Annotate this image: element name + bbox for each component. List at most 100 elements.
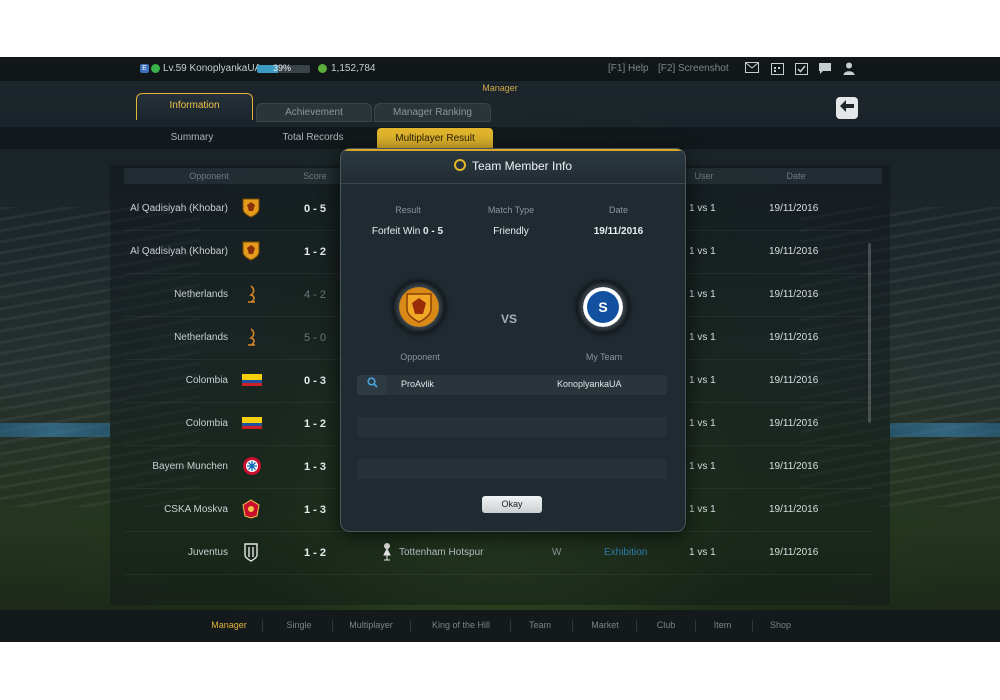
gem-icon xyxy=(151,64,160,73)
checklist-icon[interactable] xyxy=(794,62,808,75)
match-user-format: 1 vs 1 xyxy=(689,461,716,472)
nav-king-of-the-hill[interactable]: King of the Hill xyxy=(420,620,502,630)
search-member-button[interactable] xyxy=(357,375,387,395)
nav-club[interactable]: Club xyxy=(642,620,690,630)
match-score: 1 - 2 xyxy=(303,547,326,559)
juventus-crest-icon xyxy=(244,543,258,562)
subtab-multiplayer-result[interactable]: Multiplayer Result xyxy=(377,128,493,149)
tab-manager-ranking[interactable]: Manager Ranking xyxy=(374,103,491,122)
match-score: 1 - 3 xyxy=(303,504,326,516)
back-button[interactable] xyxy=(836,97,858,119)
match-date: 19/11/2016 xyxy=(769,332,819,343)
nav-team[interactable]: Team xyxy=(515,620,565,630)
nav-divider xyxy=(510,620,511,632)
nav-shop[interactable]: Shop xyxy=(758,620,803,630)
nav-divider xyxy=(410,620,411,632)
tab-information[interactable]: Information xyxy=(136,93,253,120)
match-date: 19/11/2016 xyxy=(769,547,819,558)
calendar-icon[interactable] xyxy=(770,62,784,75)
dialog-header: Team Member Info xyxy=(341,149,685,184)
opponent-username: ProAvlik xyxy=(401,379,434,389)
nav-single[interactable]: Single xyxy=(270,620,328,630)
match-date: 19/11/2016 xyxy=(769,246,819,257)
bottom-navigation: Manager Single Multiplayer King of the H… xyxy=(0,610,1000,642)
netherlands-lion-icon xyxy=(248,328,255,346)
nav-divider xyxy=(262,620,263,632)
coin-icon xyxy=(318,64,327,73)
table-scrollbar[interactable] xyxy=(868,243,871,423)
profile-icon[interactable] xyxy=(842,62,856,75)
nav-market[interactable]: Market xyxy=(580,620,630,630)
opponent-name: Netherlands xyxy=(174,289,228,300)
opponent-name: Bayern Munchen xyxy=(152,461,228,472)
my-username: KonoplyankaUA xyxy=(557,379,622,389)
nav-divider xyxy=(636,620,637,632)
header-user: User xyxy=(694,171,714,181)
sub-tabs: Summary Total Records Multiplayer Result xyxy=(0,127,1000,149)
mail-icon[interactable] xyxy=(745,62,759,75)
result-value: Forfeit Win 0 - 5 xyxy=(371,226,444,237)
match-score: 1 - 3 xyxy=(303,461,326,473)
match-user-format: 1 vs 1 xyxy=(689,203,716,214)
match-date: 19/11/2016 xyxy=(769,418,819,429)
tab-achievement[interactable]: Achievement xyxy=(256,103,372,122)
stadium-ad-board xyxy=(0,423,110,437)
opponent-name: Colombia xyxy=(185,418,228,429)
match-date: 19/11/2016 xyxy=(769,504,819,515)
opponent-name: Al Qadisiyah (Khobar) xyxy=(130,246,228,257)
schalke-crest-icon: S xyxy=(583,287,623,327)
header-date: Date xyxy=(786,171,806,181)
svg-text:S: S xyxy=(598,299,607,315)
subtab-total-records[interactable]: Total Records xyxy=(272,127,354,149)
stadium-ad-board xyxy=(890,423,1000,437)
table-row[interactable]: Juventus 1 - 2 Tottenham Hotspur W Exhib… xyxy=(124,531,872,575)
versus-label: VS xyxy=(501,312,518,326)
header-opponent: Opponent xyxy=(189,171,229,181)
search-icon xyxy=(453,159,466,171)
date-value: 19/11/2016 xyxy=(593,226,644,237)
opponent-crest xyxy=(393,281,445,333)
match-date: 19/11/2016 xyxy=(769,461,819,472)
match-type-label: Match Type xyxy=(487,205,535,215)
section-label: Manager xyxy=(482,83,518,93)
opponent-name: Al Qadisiyah (Khobar) xyxy=(130,203,228,214)
search-icon xyxy=(366,377,378,388)
team-member-info-dialog: Team Member Info Result Match Type Date … xyxy=(340,148,686,532)
okay-button[interactable]: Okay xyxy=(482,496,542,513)
nav-divider xyxy=(332,620,333,632)
empty-member-row xyxy=(357,417,667,437)
opponent-name: Netherlands xyxy=(174,332,228,343)
my-team-crest: S xyxy=(577,281,629,333)
nav-divider xyxy=(752,620,753,632)
match-type: Exhibition xyxy=(604,547,648,558)
nav-divider xyxy=(572,620,573,632)
manager-level: Lv.59 KonoplyankaUA xyxy=(163,63,262,74)
empty-member-row xyxy=(357,459,667,479)
netherlands-lion-icon xyxy=(248,285,255,303)
bayern-munchen-crest-icon xyxy=(243,457,261,475)
match-date: 19/11/2016 xyxy=(769,203,819,214)
nav-multiplayer[interactable]: Multiplayer xyxy=(340,620,402,630)
match-score: 1 - 2 xyxy=(303,418,326,430)
screenshot-shortcut[interactable]: [F2] Screenshot xyxy=(658,63,729,74)
opponent-name: CSKA Moskva xyxy=(164,504,228,515)
team-name: Tottenham Hotspur xyxy=(399,547,484,558)
member-row[interactable]: ProAvlik KonoplyankaUA xyxy=(357,375,667,395)
match-user-format: 1 vs 1 xyxy=(689,246,716,257)
date-label: Date xyxy=(608,205,628,215)
chat-icon[interactable] xyxy=(818,62,832,75)
subtab-summary[interactable]: Summary xyxy=(152,127,232,149)
coin-balance: 1,152,784 xyxy=(331,63,376,74)
dialog-title: Team Member Info xyxy=(341,159,685,173)
match-score: 0 - 5 xyxy=(303,203,326,215)
header-score: Score xyxy=(303,171,327,181)
opponent-label: Opponent xyxy=(400,352,440,362)
help-shortcut[interactable]: [F1] Help xyxy=(608,63,649,74)
top-status-bar: E Lv.59 KonoplyankaUA 39% 1,152,784 [F1]… xyxy=(0,57,1000,81)
nav-item[interactable]: Item xyxy=(700,620,745,630)
match-score: 5 - 0 xyxy=(303,332,326,344)
match-score: 1 - 2 xyxy=(303,246,326,258)
match-user-format: 1 vs 1 xyxy=(689,375,716,386)
match-user-format: 1 vs 1 xyxy=(689,332,716,343)
nav-manager[interactable]: Manager xyxy=(200,620,258,630)
